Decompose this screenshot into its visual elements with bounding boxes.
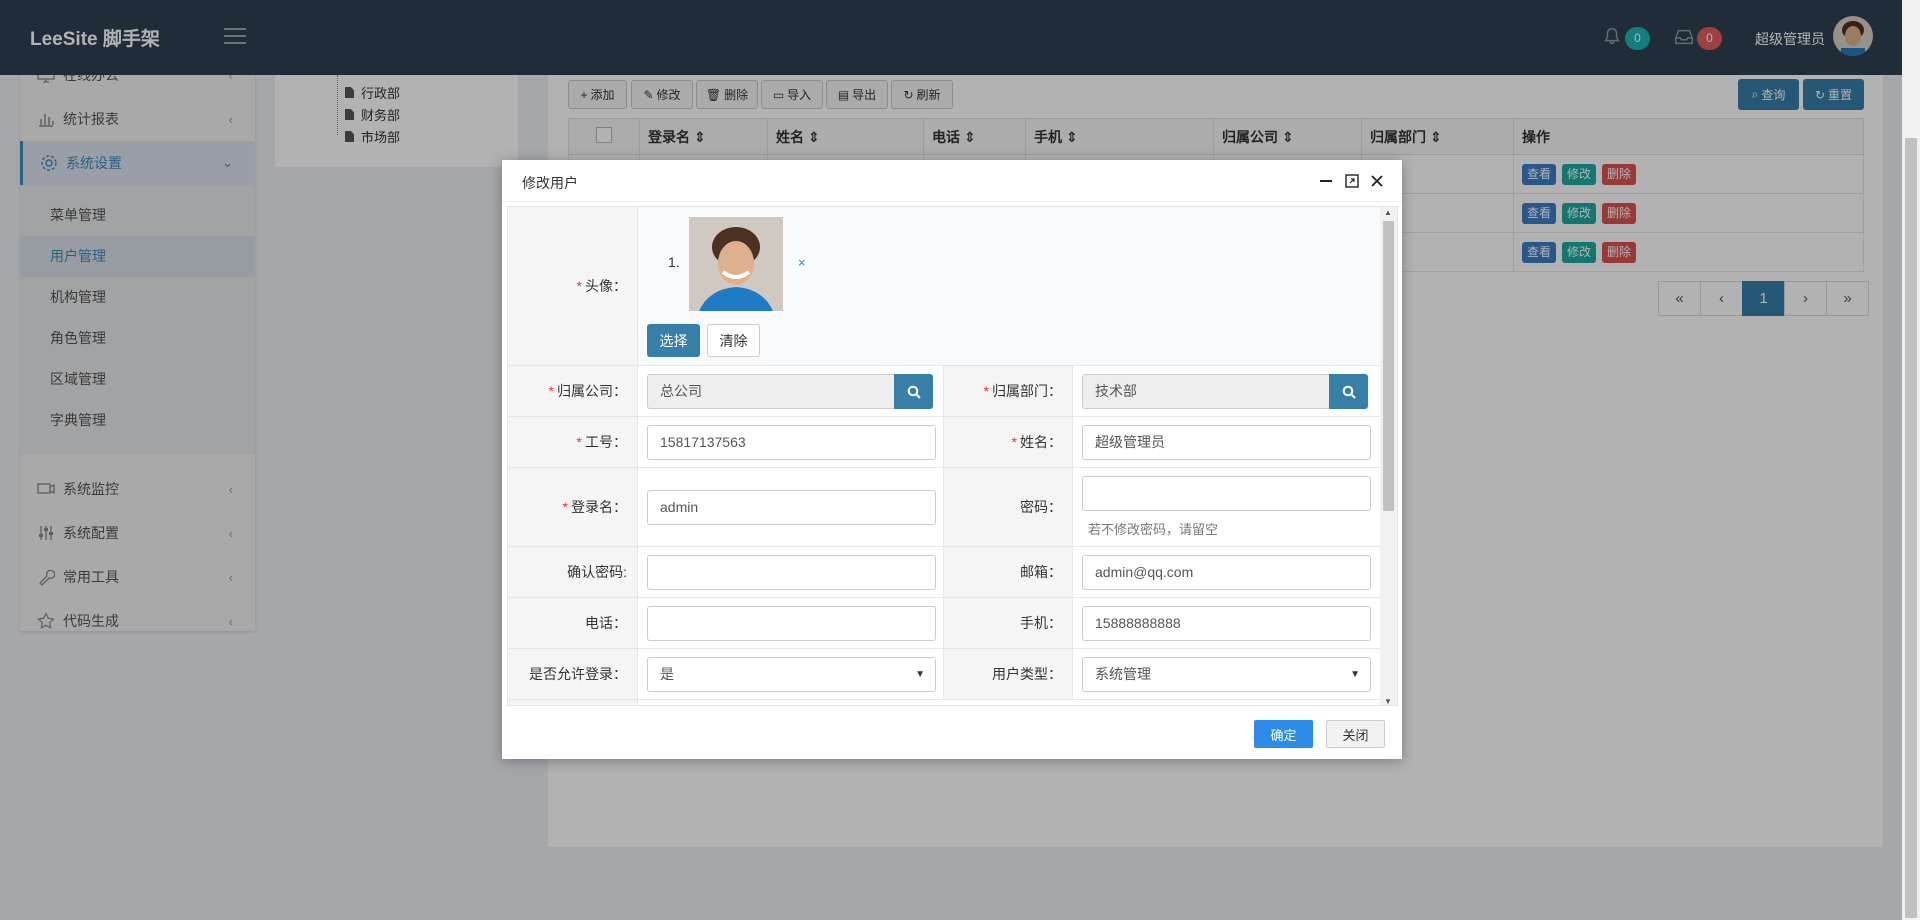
dept-label: * 归属部门： [943,366,1073,416]
maximize-icon[interactable] [1344,173,1360,189]
email-label: 邮箱： [943,547,1073,597]
confirm-password-field[interactable] [647,555,936,590]
scrollbar-thumb[interactable] [1383,221,1394,511]
form-row-avatar: * 头像： 1. × 选择 清除 [508,207,1380,366]
email-field[interactable]: admin@qq.com [1082,555,1371,590]
confirm-button[interactable]: 确定 [1254,720,1313,748]
company-field[interactable]: 总公司 [647,374,895,409]
dialog-title: 修改用户 [522,175,578,191]
dialog-header: 修改用户 [502,160,1402,202]
password-field[interactable] [1082,476,1371,511]
form-row-next [508,700,1380,705]
avatar-remove-button[interactable]: × [798,255,806,270]
form-row-empno: * 工号： 15817137563 * 姓名： 超级管理员 [508,417,1380,468]
allow-login-label: 是否允许登录： [508,649,638,699]
page-scrollbar[interactable] [1902,0,1920,920]
form-row-phone: 电话： 手机： 15888888888 [508,598,1380,649]
search-icon [1342,385,1356,399]
avatar-label: * 头像： [508,207,638,365]
empno-label: * 工号： [508,417,638,467]
next-row-label [508,700,638,705]
empno-field[interactable]: 15817137563 [647,425,936,460]
mobile-field[interactable]: 15888888888 [1082,606,1371,641]
name-field[interactable]: 超级管理员 [1082,425,1371,460]
dropdown-arrow-icon: ▼ [915,669,925,680]
form-row-allow-login: 是否允许登录： 是 ▼ 用户类型： 系统管理 ▼ [508,649,1380,700]
company-label: * 归属公司： [508,366,638,416]
dialog-body: *头像： 1. × 选择 清除 *归属公司： 总公司 *归属部门： 技术部 [507,206,1398,706]
name-label: * 姓名： [943,417,1073,467]
edit-user-dialog: 修改用户 * 头像： 1. × 选择 清除 * 归属公司： 总公司 * 归属部门… [502,160,1402,759]
user-type-label: 用户类型： [943,649,1073,699]
user-type-select[interactable]: 系统管理 ▼ [1082,657,1371,692]
avatar-preview [689,217,783,311]
dept-search-button[interactable] [1329,374,1368,409]
phone-label: 电话： [508,598,638,648]
scroll-up-icon[interactable]: ▲ [1384,208,1392,217]
dialog-scrollbar[interactable]: ▲ ▼ [1380,207,1397,705]
confirm-password-label: 确认密码: [508,547,638,597]
dept-field[interactable]: 技术部 [1082,374,1330,409]
login-label: * 登录名： [508,468,638,546]
allow-login-select[interactable]: 是 ▼ [647,657,936,692]
mobile-label: 手机： [943,598,1073,648]
avatar-index: 1. [668,254,680,270]
choose-avatar-button[interactable]: 选择 [647,324,700,357]
company-search-button[interactable] [894,374,933,409]
form-row-confirm: 确认密码: 邮箱： admin@qq.com [508,547,1380,598]
minimize-icon[interactable] [1318,173,1334,189]
form-row-login: * 登录名： admin 密码： 若不修改密码，请留空 [508,468,1380,547]
search-icon [907,385,921,399]
login-field[interactable]: admin [647,490,936,525]
password-hint: 若不修改密码，请留空 [1088,522,1219,537]
phone-field[interactable] [647,606,936,641]
clear-avatar-button[interactable]: 清除 [707,324,760,357]
close-button[interactable]: 关闭 [1326,720,1385,748]
scrollbar-thumb[interactable] [1905,138,1917,918]
form-row-company: * 归属公司： 总公司 * 归属部门： 技术部 [508,366,1380,417]
password-label: 密码： [943,468,1073,546]
scroll-down-icon[interactable]: ▼ [1384,697,1392,705]
dropdown-arrow-icon: ▼ [1350,669,1360,680]
close-icon[interactable] [1369,173,1385,189]
